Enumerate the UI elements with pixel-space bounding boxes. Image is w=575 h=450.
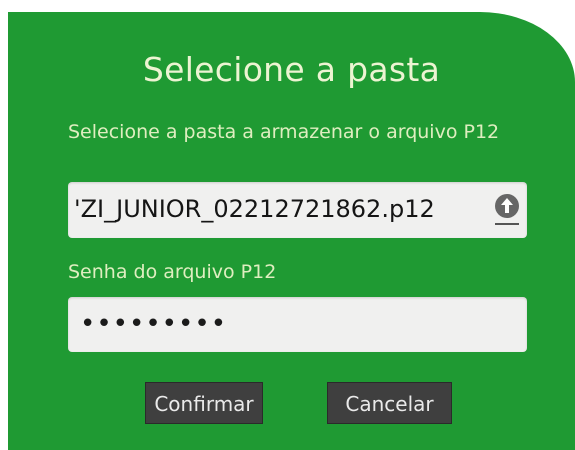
password-label: Senha do arquivo P12 <box>68 261 277 283</box>
file-label: Selecione a pasta a armazenar o arquivo … <box>68 121 500 143</box>
dialog-title: Selecione a pasta <box>142 50 441 89</box>
password-value: ••••••••• <box>80 309 228 339</box>
password-field[interactable]: ••••••••• <box>68 297 527 352</box>
file-path-field[interactable]: 'ZI_JUNIOR_02212721862.p12 <box>68 182 527 238</box>
confirm-button[interactable]: Confirmar <box>145 382 263 424</box>
cancel-button[interactable]: Cancelar <box>327 382 452 424</box>
dialog-panel: Selecione a pasta Selecione a pasta a ar… <box>8 12 575 450</box>
file-path-value: 'ZI_JUNIOR_02212721862.p12 <box>74 195 435 223</box>
upload-icon[interactable] <box>493 193 521 227</box>
